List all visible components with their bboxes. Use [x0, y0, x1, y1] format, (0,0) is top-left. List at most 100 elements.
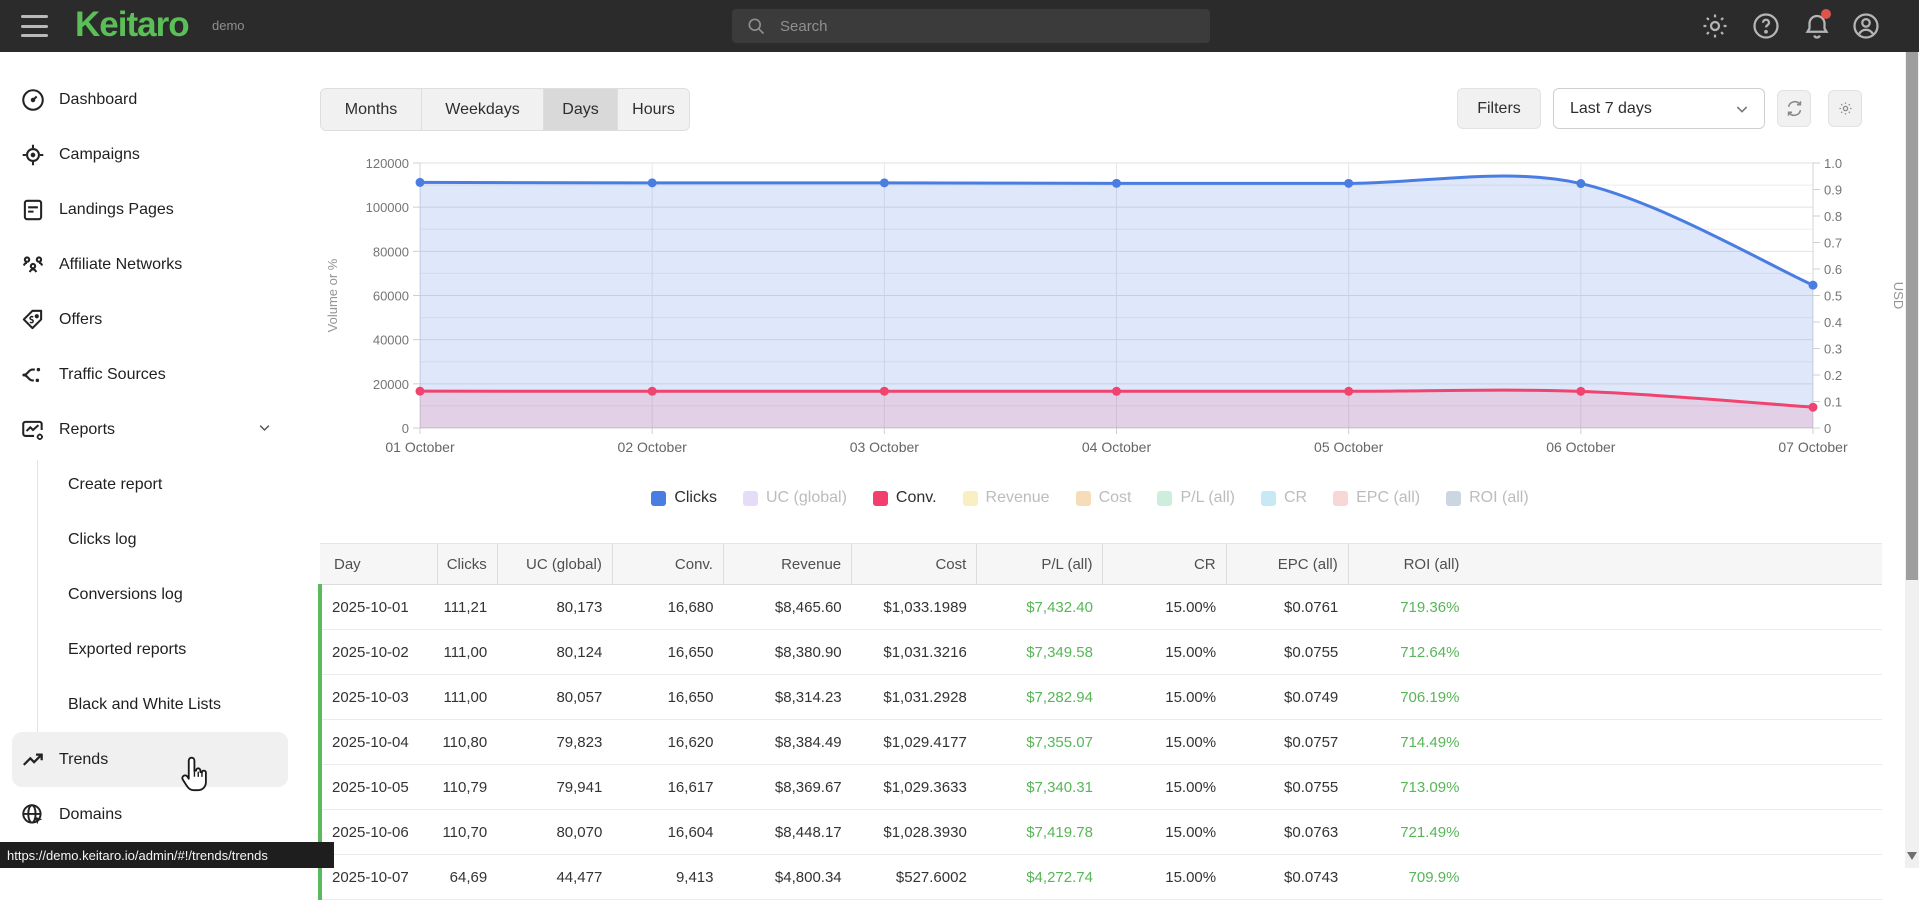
legend-item-conv[interactable]: Conv.: [872, 489, 937, 507]
cell-epc-all: $0.0763: [1226, 809, 1349, 855]
table-row[interactable]: 2025-10-02 111,00 80,124 16,650 $8,380.90 $1,…: [317, 629, 1882, 675]
x-tick-label: 05 October: [1314, 439, 1384, 455]
legend-item-epc-all[interactable]: EPC (all): [1333, 489, 1420, 507]
sidebar-item-black-and-white-lists[interactable]: Black and White Lists: [0, 677, 300, 732]
sidebar-item-label: Campaigns: [59, 145, 140, 163]
sidebar-item-clicks-log[interactable]: Clicks log: [0, 512, 300, 567]
table-row[interactable]: 2025-10-03 111,00 80,057 16,650 $8,314.23 $1,…: [317, 674, 1882, 720]
cell-epc-all: $0.0743: [1226, 854, 1349, 900]
tab-months[interactable]: Months: [321, 89, 422, 130]
legend-item-cr[interactable]: CR: [1261, 489, 1307, 507]
sidebar-item-affiliate-networks[interactable]: Affiliate Networks: [0, 237, 300, 292]
data-point-conv: [1576, 386, 1586, 396]
left-tick-label: 20000: [373, 377, 409, 392]
sidebar-item-label: Offers: [59, 310, 103, 328]
sidebar-item-exported-reports[interactable]: Exported reports: [0, 622, 300, 677]
notifications-bell-icon[interactable]: [1802, 9, 1832, 41]
data-point-clicks: [1808, 280, 1818, 290]
table-row[interactable]: 2025-10-06 110,70 80,070 16,604 $8,448.17 $1,…: [317, 809, 1882, 855]
cell-cr: 15.00%: [1102, 629, 1227, 675]
legend-item-p-l-all[interactable]: P/L (all): [1157, 489, 1235, 507]
legend-item-clicks[interactable]: Clicks: [651, 489, 717, 507]
cell-day: 2025-10-07: [317, 854, 438, 900]
settings-gear-icon[interactable]: [1700, 11, 1730, 41]
data-point-clicks: [1344, 178, 1354, 188]
cell-uc-global: 80,124: [497, 629, 613, 675]
column-header-clicks[interactable]: Clicks: [436, 543, 498, 585]
legend-item-cost[interactable]: Cost: [1075, 489, 1131, 507]
cell-epc-all: $0.0755: [1226, 629, 1349, 675]
table-row[interactable]: 2025-10-07 64,69 44,477 9,413 $4,800.34 $527.…: [317, 854, 1882, 900]
cell-p-l-all: $7,432.40: [976, 584, 1103, 630]
column-header-cost[interactable]: Cost: [851, 543, 977, 585]
table-header-row: Day Clicks UC (global) Conv. Revenue Cost P/L …: [320, 543, 1882, 585]
keitaro-logo: Keitaro: [75, 5, 190, 44]
legend-swatch: [962, 490, 978, 506]
sidebar-item-landings-pages[interactable]: Landings Pages: [0, 182, 300, 237]
date-range-dropdown[interactable]: Last 7 days: [1553, 88, 1765, 129]
column-header-cr[interactable]: CR: [1102, 543, 1227, 585]
main-content: Months Weekdays Days Hours Filters Last 7 d…: [300, 52, 1906, 900]
column-header-roi-all[interactable]: ROI (all): [1347, 543, 1470, 585]
cell-cr: 15.00%: [1102, 584, 1227, 630]
tab-weekdays[interactable]: Weekdays: [422, 89, 544, 130]
search-input[interactable]: [778, 16, 1210, 36]
sidebar-item-conversions-log[interactable]: Conversions log: [0, 567, 300, 622]
column-header-conv[interactable]: Conv.: [611, 543, 724, 585]
column-header-uc-global[interactable]: UC (global): [496, 543, 613, 585]
traffic-sources-icon: [20, 362, 46, 388]
offers-icon: [20, 307, 46, 333]
column-header-epc-all[interactable]: EPC (all): [1225, 543, 1349, 585]
cell-p-l-all: $7,419.78: [976, 809, 1103, 855]
dashboard-icon: [20, 87, 46, 113]
chart-settings-button[interactable]: [1828, 90, 1862, 127]
tab-hours[interactable]: Hours: [618, 89, 689, 130]
sidebar-item-reports[interactable]: Reports: [0, 402, 300, 457]
table-row[interactable]: 2025-10-01 111,21 80,173 16,680 $8,465.60 $1,…: [317, 584, 1882, 630]
cell-cost: $1,029.4177: [851, 719, 977, 765]
table-row[interactable]: 2025-10-04 110,80 79,823 16,620 $8,384.49 $1,…: [317, 719, 1882, 765]
filters-button[interactable]: Filters: [1457, 88, 1541, 129]
help-icon[interactable]: [1751, 11, 1781, 41]
right-tick-label: 0.7: [1824, 236, 1842, 251]
cell-day: 2025-10-01: [317, 584, 438, 630]
legend-item-revenue[interactable]: Revenue: [962, 489, 1050, 507]
column-header-p-l-all[interactable]: P/L (all): [976, 543, 1103, 585]
user-avatar-icon[interactable]: [1851, 11, 1881, 41]
sidebar-item-dashboard[interactable]: Dashboard: [0, 72, 300, 127]
trends-page: { "topbar": { "logo": "Keitaro", "env": …: [0, 0, 1919, 900]
search-box[interactable]: [732, 9, 1210, 43]
chevron-down-icon: [1736, 105, 1748, 113]
sidebar-item-traffic-sources[interactable]: Traffic Sources: [0, 347, 300, 402]
legend-item-roi-all[interactable]: ROI (all): [1446, 489, 1529, 507]
menu-toggle-icon[interactable]: [21, 15, 48, 37]
sidebar-item-offers[interactable]: Offers: [0, 292, 300, 347]
sidebar-item-trends[interactable]: Trends: [12, 732, 288, 787]
sidebar-item-label: Affiliate Networks: [59, 255, 183, 273]
table-row[interactable]: 2025-10-05 110,79 79,941 16,617 $8,369.67 $1,…: [317, 764, 1882, 810]
left-tick-label: 0: [402, 421, 409, 436]
sidebar-item-campaigns[interactable]: Campaigns: [0, 127, 300, 182]
cell-conv: 16,680: [612, 584, 724, 630]
cell-clicks: 110,80: [437, 719, 498, 765]
cell-filler: [1469, 584, 1882, 630]
legend-swatch: [872, 490, 888, 506]
vertical-scrollbar[interactable]: [1905, 52, 1919, 868]
cell-cost: $1,028.3930: [851, 809, 977, 855]
right-tick-label: 0.6: [1824, 262, 1842, 277]
legend-item-uc-global[interactable]: UC (global): [742, 489, 847, 507]
column-header-day[interactable]: Day: [320, 543, 438, 585]
right-tick-label: 0: [1824, 421, 1831, 436]
sidebar-item-domains[interactable]: Domains: [0, 787, 300, 842]
tab-days[interactable]: Days: [544, 89, 618, 130]
cell-cost: $527.6002: [851, 854, 977, 900]
column-header-revenue[interactable]: Revenue: [722, 543, 852, 585]
refresh-button[interactable]: [1777, 90, 1811, 127]
x-tick-label: 07 October: [1778, 439, 1848, 455]
scrollbar-down-arrow[interactable]: [1907, 852, 1917, 860]
date-range-value: Last 7 days: [1570, 99, 1652, 117]
refresh-icon: [1787, 100, 1801, 117]
scrollbar-thumb[interactable]: [1906, 52, 1918, 580]
trends-chart[interactable]: 0 20000 40000 60000 80000 100000 120000 0 0.1 0.2…: [300, 125, 1906, 480]
sidebar-item-create-report[interactable]: Create report: [0, 457, 300, 512]
